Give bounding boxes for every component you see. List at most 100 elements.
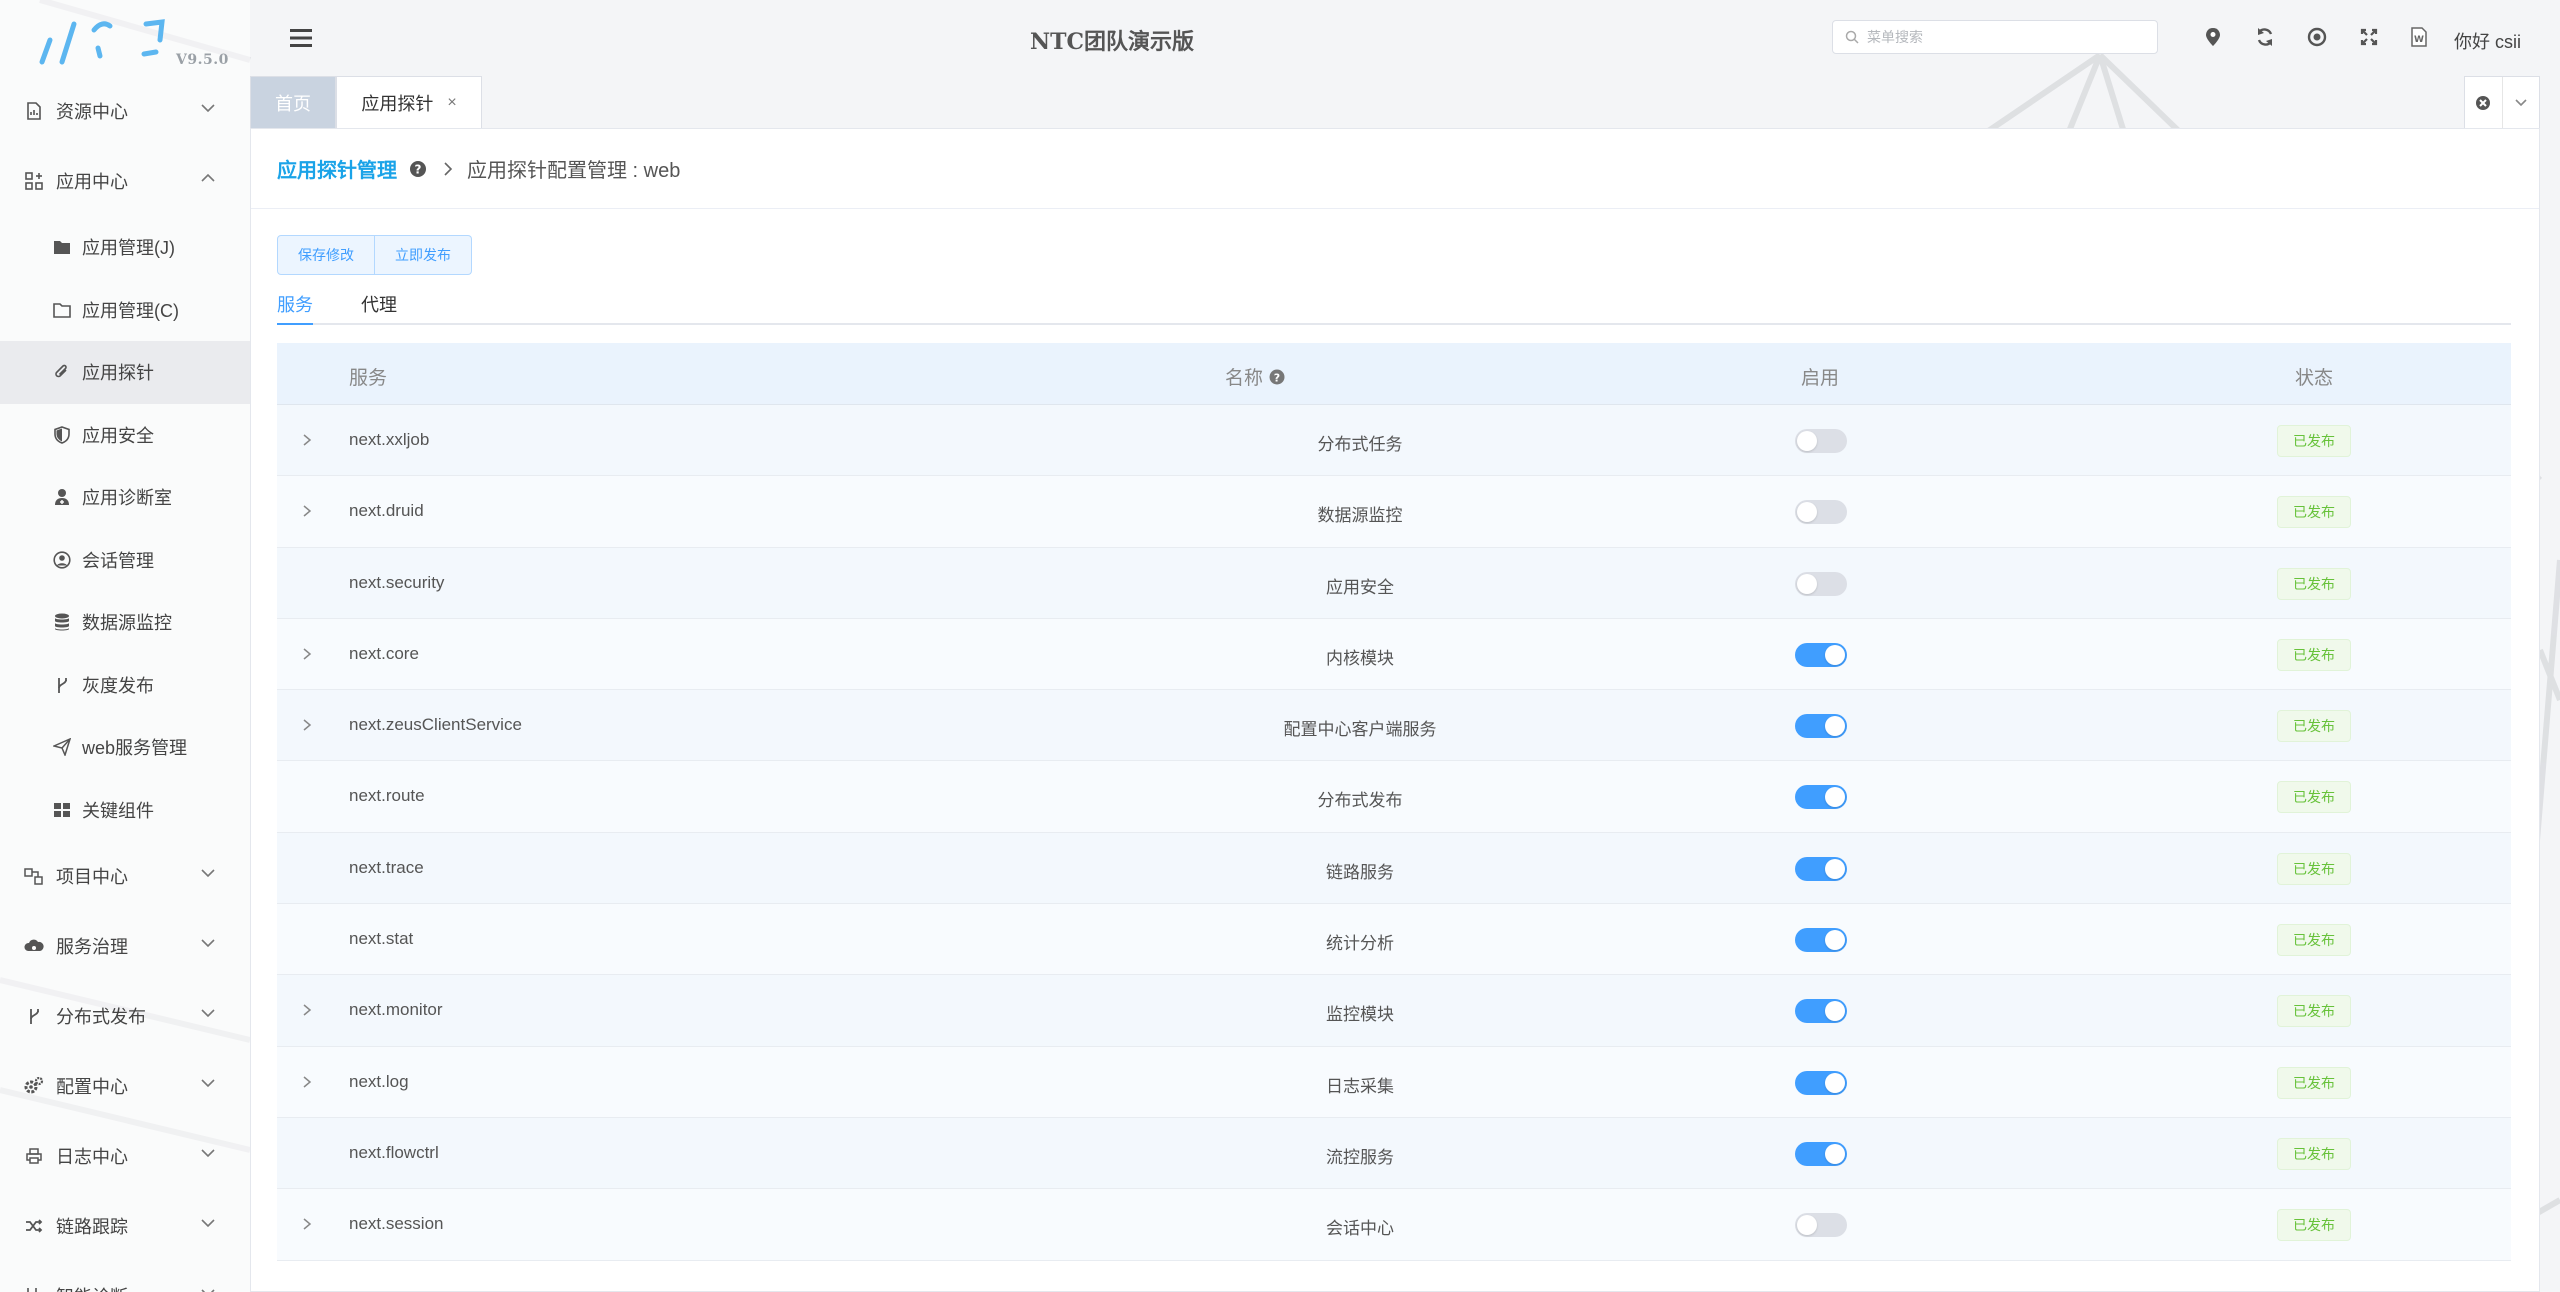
table-body: next.xxljob 分布式任务 已发布 next.druid 数据源监控 已发布 nex… xyxy=(277,405,2511,1261)
chevron-down-icon xyxy=(200,1148,216,1158)
refresh-icon[interactable] xyxy=(2254,26,2276,48)
breadcrumb: 应用探针管理 ? 应用探针配置管理 : web xyxy=(251,129,2539,209)
user-circle-icon xyxy=(52,550,72,570)
chevron-down-icon xyxy=(200,1008,216,1018)
table-row: next.security 应用安全 已发布 xyxy=(277,547,2511,619)
name-cell: 流控服务 xyxy=(1326,1147,1394,1167)
expand-row-chevron-right-icon[interactable] xyxy=(301,647,313,661)
svg-text:?: ? xyxy=(1274,371,1280,384)
column-header-name: 名称 ? xyxy=(1225,363,1285,390)
chevron-down-icon xyxy=(200,938,216,948)
branch-icon xyxy=(52,675,72,695)
sidebar-group-groups-top-0[interactable]: 资源中心 xyxy=(0,76,250,146)
sidebar-group-groups-bottom-1[interactable]: 服务治理 xyxy=(0,911,250,981)
branch-icon xyxy=(24,1006,44,1026)
tab-home[interactable]: 首页 xyxy=(250,76,336,128)
help-circle-icon[interactable]: ? xyxy=(1269,369,1285,385)
enable-toggle[interactable] xyxy=(1795,856,1847,881)
column-header-name-label: 名称 xyxy=(1225,368,1264,389)
sidebar-item-1[interactable]: 应用管理(C) xyxy=(0,279,250,342)
table-row: next.zeusClientService 配置中心客户端服务 已发布 xyxy=(277,690,2511,762)
cogs-icon xyxy=(24,1076,44,1096)
tab-app-probe[interactable]: 应用探针 × xyxy=(336,76,482,128)
toggle-knob xyxy=(1825,644,1845,665)
expand-row-chevron-right-icon[interactable] xyxy=(301,718,313,732)
paperclip-icon xyxy=(52,362,72,382)
sub-tabs: 服务 代理 xyxy=(277,285,2511,325)
th-large-icon xyxy=(52,800,72,820)
table-row: next.monitor 监控模块 已发布 xyxy=(277,975,2511,1047)
tab-menu-chevron-down-icon[interactable] xyxy=(2501,77,2540,128)
enable-toggle[interactable] xyxy=(1795,785,1847,810)
enable-toggle[interactable] xyxy=(1795,714,1847,739)
tab-service[interactable]: 服务 xyxy=(277,291,313,317)
sidebar-item-4[interactable]: 应用诊断室 xyxy=(0,466,250,529)
close-all-tabs-icon[interactable] xyxy=(2465,77,2502,128)
sidebar-group-label: 智能诊断 xyxy=(56,1283,128,1292)
sidebar-group-label: 资源中心 xyxy=(56,102,128,122)
sidebar-group-groups-top-1[interactable]: 应用中心 xyxy=(0,146,250,216)
enable-toggle[interactable] xyxy=(1795,429,1847,453)
enable-toggle[interactable] xyxy=(1795,500,1847,525)
sidebar-group-groups-bottom-5[interactable]: 链路跟踪 xyxy=(0,1191,250,1261)
enable-toggle[interactable] xyxy=(1795,928,1847,953)
logo-mark-icon xyxy=(39,19,165,65)
target-icon[interactable] xyxy=(2306,26,2328,48)
sidebar-item-2[interactable]: 应用探针 xyxy=(0,341,250,404)
sidebar-item-6[interactable]: 数据源监控 xyxy=(0,591,250,654)
status-badge: 已发布 xyxy=(2277,924,2351,957)
expand-row-chevron-right-icon[interactable] xyxy=(301,504,313,518)
sidebar-group-groups-bottom-2[interactable]: 分布式发布 xyxy=(0,981,250,1051)
word-document-icon[interactable]: W xyxy=(2408,26,2430,48)
status-badge: 已发布 xyxy=(2277,638,2351,671)
service-cell: next.log xyxy=(349,1071,409,1091)
expand-row-chevron-right-icon[interactable] xyxy=(301,1217,313,1231)
service-table: 服务 名称 ? 启用 状态 next.xxljob 分布式任务 已发布 next.dr… xyxy=(277,343,2511,1261)
enable-toggle[interactable] xyxy=(1795,1141,1847,1166)
search-input[interactable] xyxy=(1867,29,2147,45)
save-button[interactable]: 保存修改 xyxy=(277,235,375,275)
expand-row-chevron-right-icon[interactable] xyxy=(301,1003,313,1017)
table-row: next.trace 链路服务 已发布 xyxy=(277,832,2511,905)
publish-button[interactable]: 立即发布 xyxy=(375,235,472,275)
fullscreen-icon[interactable] xyxy=(2358,26,2380,48)
toggle-knob xyxy=(1797,502,1817,523)
sidebar-item-8[interactable]: web服务管理 xyxy=(0,716,250,779)
enable-toggle[interactable] xyxy=(1795,1070,1847,1095)
menu-toggle-icon[interactable] xyxy=(290,28,312,48)
help-circle-icon[interactable]: ? xyxy=(409,160,427,178)
enable-toggle[interactable] xyxy=(1795,642,1847,667)
location-icon[interactable] xyxy=(2202,26,2224,48)
sidebar-item-0[interactable]: 应用管理(J) xyxy=(0,216,250,279)
enable-toggle[interactable] xyxy=(1795,999,1847,1024)
expand-row-chevron-right-icon[interactable] xyxy=(301,433,313,447)
toggle-knob xyxy=(1825,1001,1845,1022)
sidebar-group-groups-bottom-6[interactable]: 智能诊断 xyxy=(0,1261,250,1292)
user-greeting[interactable]: 你好 csii xyxy=(2454,28,2521,54)
service-cell: next.trace xyxy=(349,857,424,877)
enable-toggle[interactable] xyxy=(1795,1213,1847,1238)
expand-row-chevron-right-icon[interactable] xyxy=(301,1075,313,1089)
sidebar-item-7[interactable]: 灰度发布 xyxy=(0,654,250,717)
breadcrumb-parent-link[interactable]: 应用探针管理 xyxy=(277,154,397,183)
chevron-down-icon xyxy=(200,103,216,113)
tab-close-icon[interactable]: × xyxy=(447,94,456,112)
sidebar-group-groups-bottom-3[interactable]: 配置中心 xyxy=(0,1051,250,1121)
sidebar-item-3[interactable]: 应用安全 xyxy=(0,404,250,467)
tab-label: 首页 xyxy=(275,93,311,114)
toggle-knob xyxy=(1825,858,1845,879)
enable-toggle[interactable] xyxy=(1795,571,1847,596)
sidebar-group-groups-bottom-0[interactable]: 项目中心 xyxy=(0,841,250,911)
sidebar-group-groups-bottom-4[interactable]: 日志中心 xyxy=(0,1121,250,1191)
toggle-knob xyxy=(1797,1215,1817,1236)
menu-search[interactable] xyxy=(1832,20,2158,54)
service-cell: next.stat xyxy=(349,929,414,949)
breadcrumb-current: 应用探针配置管理 : web xyxy=(467,160,681,182)
sidebar-item-5[interactable]: 会话管理 xyxy=(0,529,250,592)
cloud-gear-icon xyxy=(24,936,44,956)
status-badge: 已发布 xyxy=(2277,781,2351,814)
table-row: next.session 会话中心 已发布 xyxy=(277,1189,2511,1261)
table-row: next.stat 统计分析 已发布 xyxy=(277,904,2511,976)
tab-proxy[interactable]: 代理 xyxy=(361,291,397,317)
sidebar-item-9[interactable]: 关键组件 xyxy=(0,779,250,842)
